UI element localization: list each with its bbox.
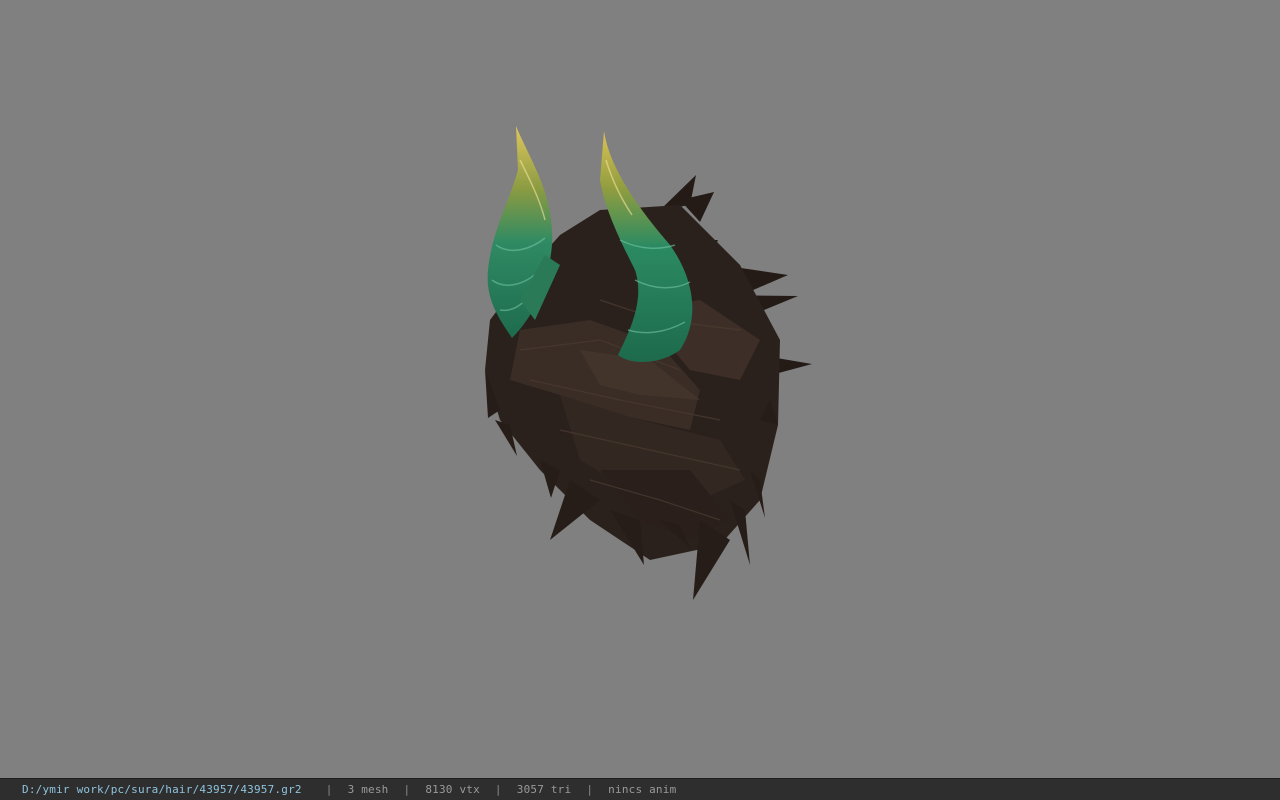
file-path-label: D:/ymir work/pc/sura/hair/43957/43957.gr… [22,783,302,796]
model-viewer-window: D:/ymir work/pc/sura/hair/43957/43957.gr… [0,0,1280,800]
mesh-count-label: 3 mesh [347,783,389,796]
vertex-count-label: 8130 vtx [425,783,480,796]
status-separator: | [325,783,333,796]
status-separator: | [494,783,502,796]
anim-status-label: nincs anim [608,783,677,796]
triangle-count-label: 3057 tri [516,783,572,796]
status-separator: | [403,783,411,796]
status-bar: D:/ymir work/pc/sura/hair/43957/43957.gr… [0,778,1280,800]
hair-model-render [485,126,812,600]
status-separator: | [586,783,594,796]
3d-viewport[interactable] [0,0,1280,778]
